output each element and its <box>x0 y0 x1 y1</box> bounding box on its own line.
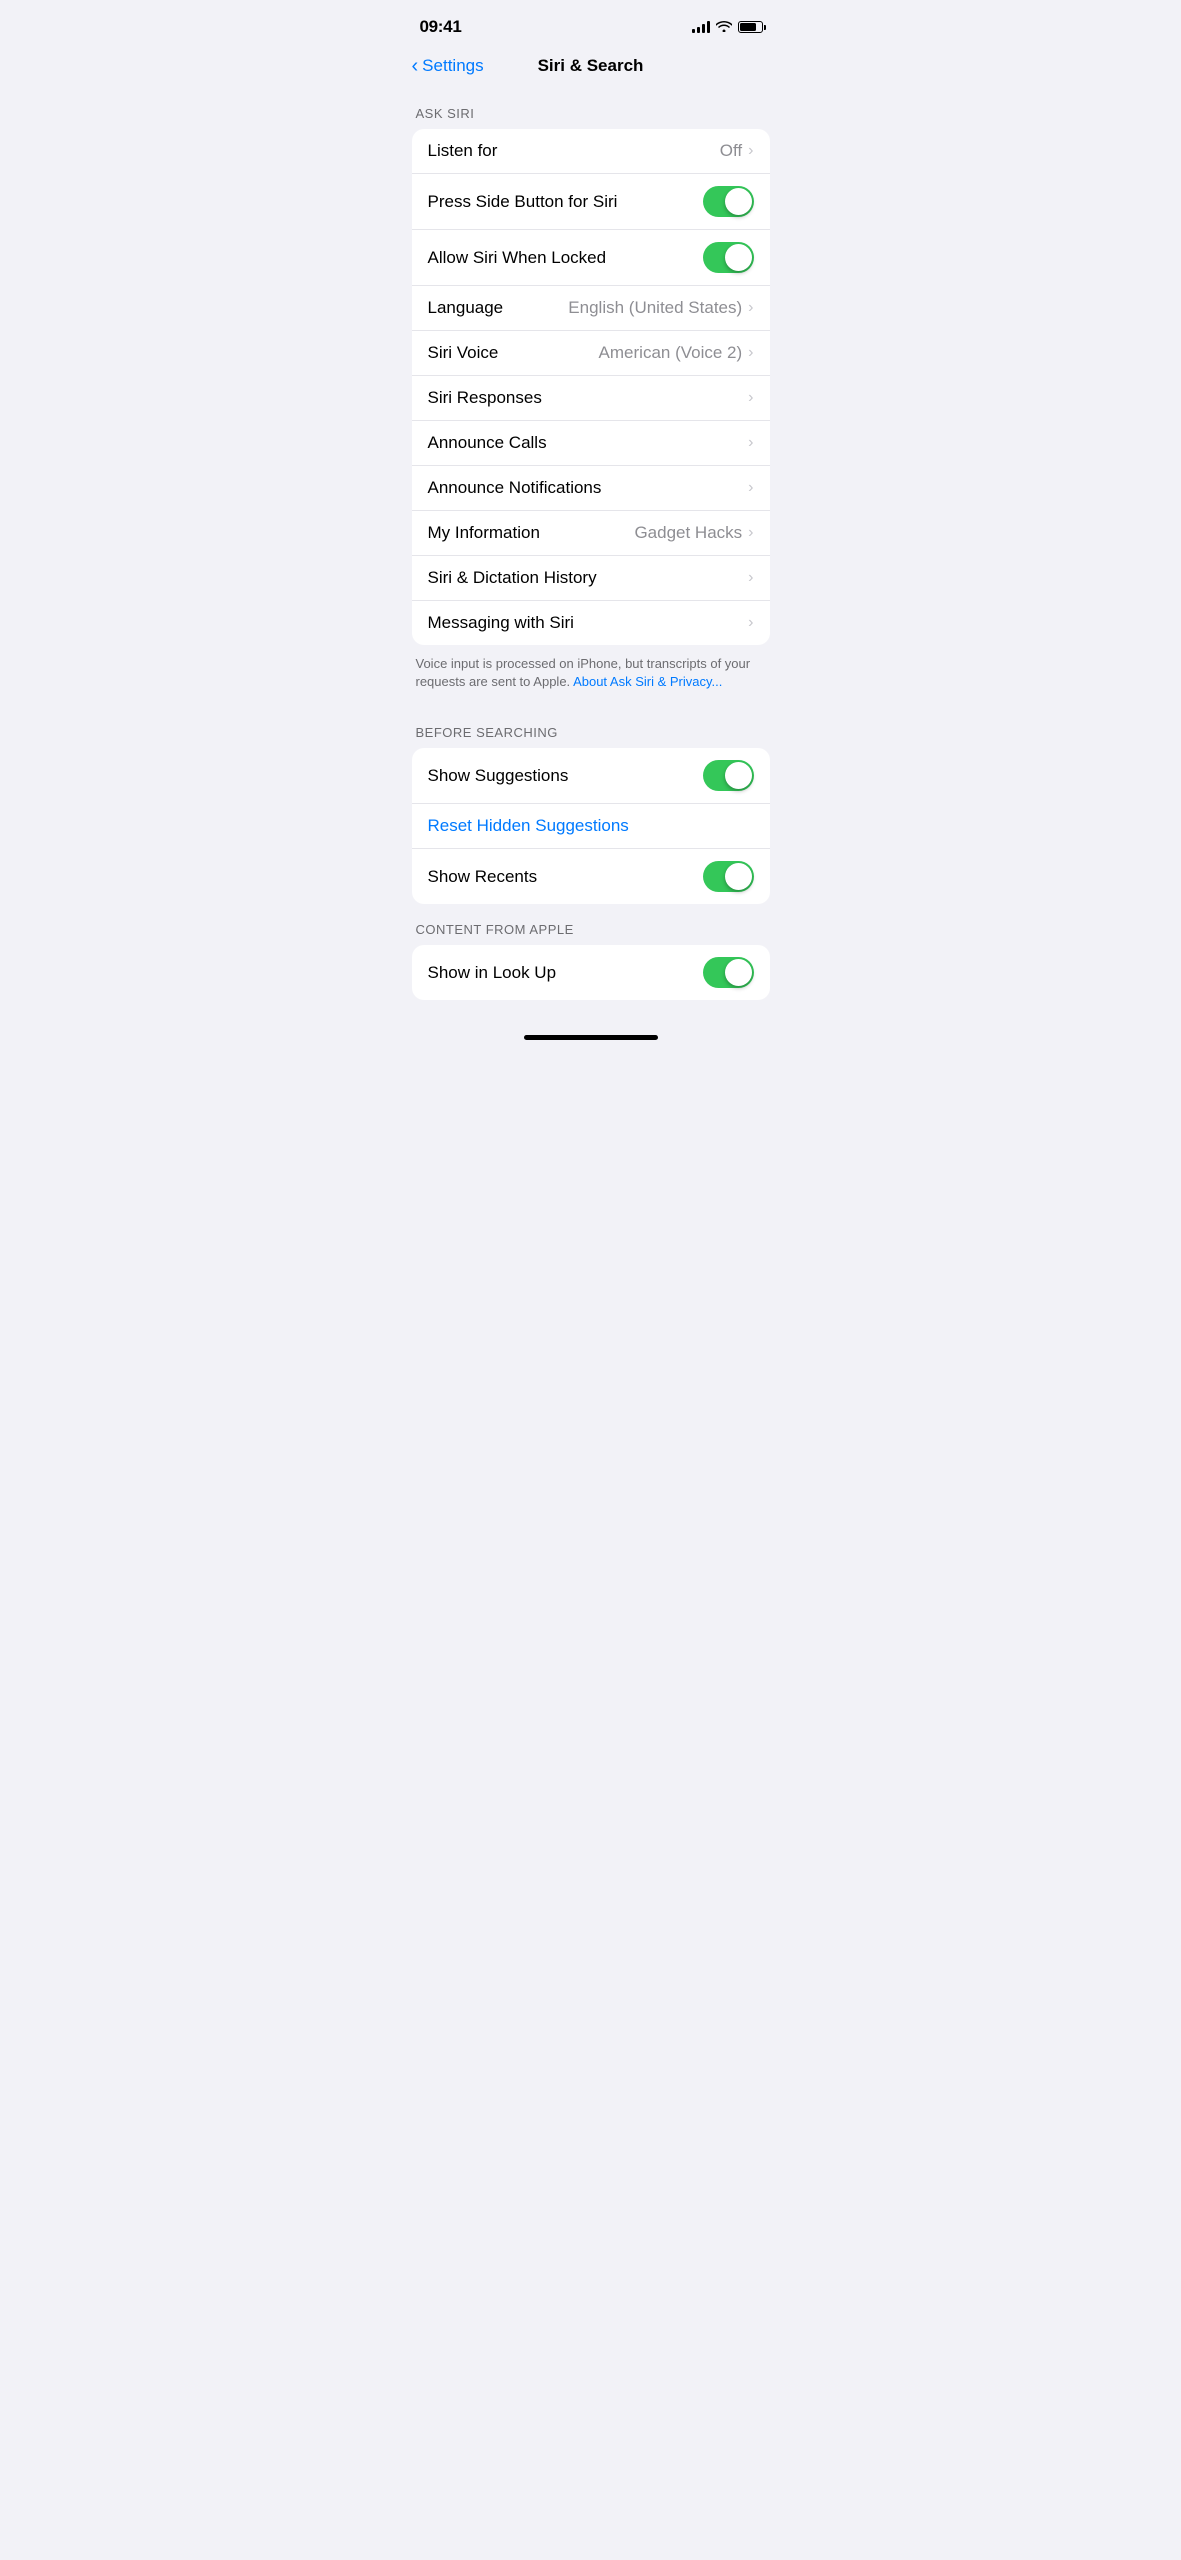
ask-siri-section-label: ASK SIRI <box>396 88 786 129</box>
language-chevron-icon: › <box>748 299 753 317</box>
show-suggestions-row: Show Suggestions <box>412 748 770 804</box>
my-information-chevron-icon: › <box>748 524 753 542</box>
before-searching-section-label: BEFORE SEARCHING <box>396 707 786 748</box>
siri-dictation-history-label: Siri & Dictation History <box>428 568 749 588</box>
before-searching-group: Show Suggestions Reset Hidden Suggestion… <box>412 748 770 904</box>
siri-voice-value: American (Voice 2) <box>599 343 743 363</box>
press-side-button-row: Press Side Button for Siri <box>412 174 770 230</box>
announce-calls-row[interactable]: Announce Calls › <box>412 421 770 466</box>
listen-for-row[interactable]: Listen for Off › <box>412 129 770 174</box>
nav-bar: ‹ Settings Siri & Search <box>396 48 786 88</box>
listen-for-label: Listen for <box>428 141 720 161</box>
press-side-button-toggle[interactable] <box>703 186 754 217</box>
siri-voice-row[interactable]: Siri Voice American (Voice 2) › <box>412 331 770 376</box>
siri-voice-chevron-icon: › <box>748 344 753 362</box>
announce-calls-chevron-icon: › <box>748 434 753 452</box>
messaging-with-siri-row[interactable]: Messaging with Siri › <box>412 601 770 645</box>
announce-notifications-row[interactable]: Announce Notifications › <box>412 466 770 511</box>
siri-responses-label: Siri Responses <box>428 388 749 408</box>
language-label: Language <box>428 298 569 318</box>
allow-siri-locked-row: Allow Siri When Locked <box>412 230 770 286</box>
siri-responses-row[interactable]: Siri Responses › <box>412 376 770 421</box>
back-chevron-icon: ‹ <box>412 56 419 76</box>
language-value: English (United States) <box>568 298 742 318</box>
wifi-icon <box>716 19 732 35</box>
siri-responses-chevron-icon: › <box>748 389 753 407</box>
reset-hidden-suggestions-link[interactable]: Reset Hidden Suggestions <box>428 816 629 836</box>
show-in-look-up-row: Show in Look Up <box>412 945 770 1000</box>
status-time: 09:41 <box>420 17 462 37</box>
my-information-value: Gadget Hacks <box>634 523 742 543</box>
back-label: Settings <box>422 56 483 76</box>
show-suggestions-label: Show Suggestions <box>428 766 703 786</box>
ask-siri-group: Listen for Off › Press Side Button for S… <box>412 129 770 645</box>
messaging-with-siri-chevron-icon: › <box>748 614 753 632</box>
content-from-apple-section-label: CONTENT FROM APPLE <box>396 904 786 945</box>
listen-for-chevron-icon: › <box>748 142 753 160</box>
ask-siri-footer: Voice input is processed on iPhone, but … <box>396 645 786 707</box>
allow-siri-locked-label: Allow Siri When Locked <box>428 248 703 268</box>
announce-calls-label: Announce Calls <box>428 433 749 453</box>
show-suggestions-toggle[interactable] <box>703 760 754 791</box>
show-in-look-up-toggle[interactable] <box>703 957 754 988</box>
home-indicator <box>524 1035 658 1040</box>
signal-icon <box>692 21 710 33</box>
press-side-button-label: Press Side Button for Siri <box>428 192 703 212</box>
my-information-row[interactable]: My Information Gadget Hacks › <box>412 511 770 556</box>
siri-voice-label: Siri Voice <box>428 343 599 363</box>
show-recents-row: Show Recents <box>412 849 770 904</box>
allow-siri-locked-toggle[interactable] <box>703 242 754 273</box>
status-bar: 09:41 <box>396 0 786 48</box>
status-icons <box>692 19 766 35</box>
language-row[interactable]: Language English (United States) › <box>412 286 770 331</box>
siri-dictation-history-chevron-icon: › <box>748 569 753 587</box>
show-in-look-up-label: Show in Look Up <box>428 963 703 983</box>
battery-icon <box>738 21 766 33</box>
announce-notifications-label: Announce Notifications <box>428 478 749 498</box>
messaging-with-siri-label: Messaging with Siri <box>428 613 749 633</box>
ask-siri-privacy-link[interactable]: About Ask Siri & Privacy... <box>573 674 722 689</box>
show-recents-label: Show Recents <box>428 867 703 887</box>
back-button[interactable]: ‹ Settings <box>412 56 484 76</box>
listen-for-value: Off <box>720 141 742 161</box>
show-recents-toggle[interactable] <box>703 861 754 892</box>
siri-dictation-history-row[interactable]: Siri & Dictation History › <box>412 556 770 601</box>
my-information-label: My Information <box>428 523 635 543</box>
page-title: Siri & Search <box>538 56 644 76</box>
content-from-apple-group: Show in Look Up <box>412 945 770 1000</box>
reset-hidden-suggestions-row[interactable]: Reset Hidden Suggestions <box>412 804 770 849</box>
announce-notifications-chevron-icon: › <box>748 479 753 497</box>
